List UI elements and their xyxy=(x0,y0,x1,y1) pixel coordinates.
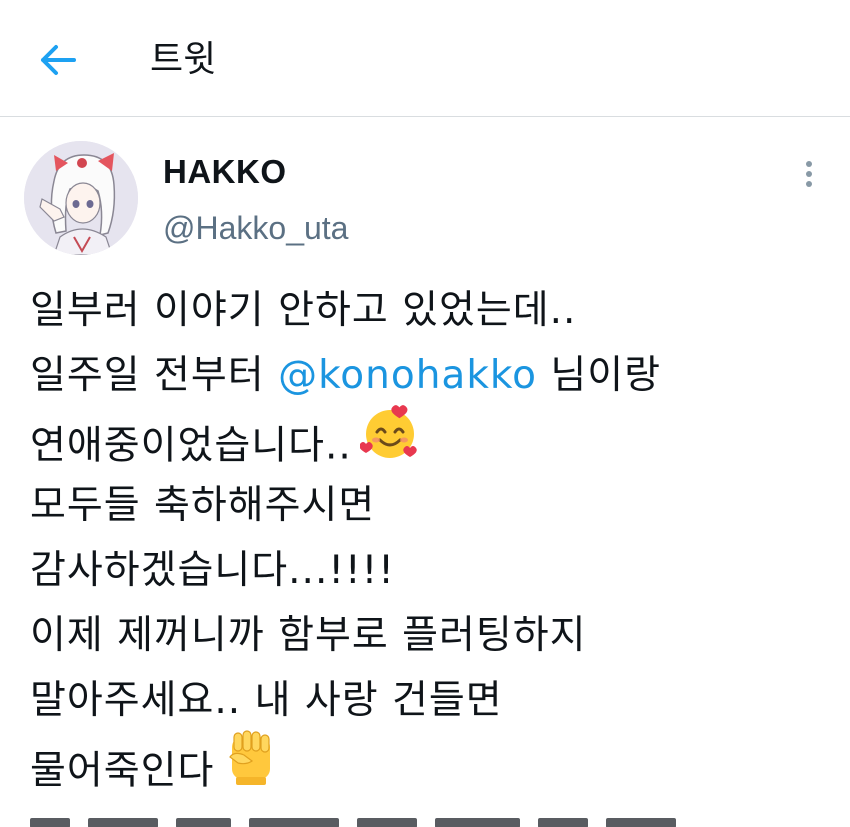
tweet-screen: 트윗 HAKKO @Hakko_uta 일부러 이야기 안하고 있었는데.. 일… xyxy=(0,0,850,827)
author-display-name[interactable]: HAKKO xyxy=(163,152,287,192)
tweet-line: 연애중이었습니다.. xyxy=(30,405,830,473)
back-button[interactable] xyxy=(30,36,86,84)
tweet-line-text: 연애중이었습니다.. xyxy=(30,423,352,469)
page-title: 트윗 xyxy=(150,39,217,80)
author-handle[interactable]: @Hakko_uta xyxy=(163,208,348,248)
tweet-line: 일주일 전부터 @konohakko 님이랑 xyxy=(30,343,830,408)
tweet-line-text: 님이랑 xyxy=(536,353,662,398)
tweet-line-text: 일주일 전부터 xyxy=(30,353,279,398)
tweet-text: 일부러 이야기 안하고 있었는데.. 일주일 전부터 @konohakko 님이… xyxy=(30,278,830,798)
raised-fist-icon xyxy=(222,727,280,807)
cut-off-text-row xyxy=(30,818,790,827)
tweet-line-text: 물어죽인다 xyxy=(30,748,215,794)
tweet-line: 물어죽인다 xyxy=(30,730,830,798)
tweet-line: 이제 제꺼니까 함부로 플러팅하지 xyxy=(30,613,587,658)
top-bar: 트윗 xyxy=(0,0,850,117)
tweet-line: 말아주세요.. 내 사랑 건들면 xyxy=(30,678,503,723)
tweet-line: 모두들 축하해주시면 xyxy=(30,483,376,528)
arrow-left-icon xyxy=(41,45,76,75)
more-vertical-icon xyxy=(806,161,812,187)
mention-link[interactable]: @konohakko xyxy=(278,353,537,398)
smiling-face-with-hearts-icon xyxy=(359,402,420,482)
tweet-line: 감사하겠습니다...!!!! xyxy=(30,548,395,593)
avatar-illustration xyxy=(24,141,138,255)
more-options-button[interactable] xyxy=(792,152,826,196)
avatar[interactable] xyxy=(24,141,138,255)
tweet-line: 일부러 이야기 안하고 있었는데.. xyxy=(30,288,577,333)
